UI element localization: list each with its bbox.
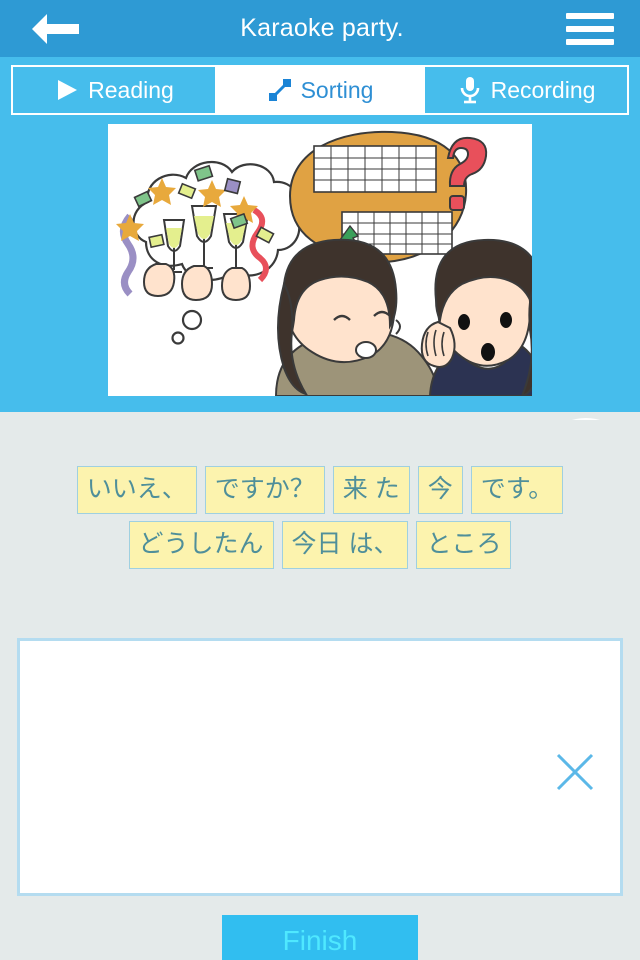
token-row: どうしたん 今日 は、 ところ (0, 521, 640, 569)
word-token[interactable]: 今日 は、 (281, 521, 409, 569)
menu-line (566, 38, 614, 45)
play-triangle-icon (54, 77, 80, 103)
illustration-svg (108, 124, 532, 396)
media-panel (0, 122, 640, 542)
answer-input-box[interactable] (17, 638, 623, 896)
tab-reading[interactable]: Reading (11, 65, 217, 115)
word-token[interactable]: ですか？ (204, 466, 325, 514)
word-token[interactable]: 今 (417, 466, 463, 514)
word-token[interactable]: 来 た (332, 466, 410, 514)
sorting-body: いいえ、 ですか？来 た今です。 どうしたん 今日 は、 ところ Finish (0, 420, 640, 960)
page-title: Karaoke party. (240, 14, 404, 42)
word-token[interactable]: ところ (416, 521, 512, 569)
tab-recording-label: Recording (490, 76, 596, 103)
tab-recording[interactable]: Recording (423, 65, 629, 115)
back-button[interactable] (0, 0, 110, 57)
microphone-icon (457, 75, 483, 105)
lesson-illustration (108, 124, 532, 396)
token-row: いいえ、 ですか？来 た今です。 (0, 466, 640, 514)
tab-bar: Reading Sorting Recording (0, 57, 640, 122)
app-screen: Karaoke party. Reading Sorting Recording… (0, 0, 640, 960)
title-bar: Karaoke party. (0, 0, 640, 57)
finish-button-label: Finish (282, 925, 358, 956)
tab-reading-label: Reading (88, 76, 174, 103)
tab-sorting[interactable]: Sorting (217, 65, 423, 115)
word-token-area: いいえ、 ですか？来 た今です。 どうしたん 今日 は、 ところ (0, 466, 640, 576)
hamburger-menu-icon[interactable] (540, 0, 640, 57)
word-token[interactable]: です。 (470, 466, 564, 514)
tab-sorting-label: Sorting (300, 76, 374, 103)
sort-diagonal-icon (267, 77, 293, 103)
close-x-icon[interactable] (552, 749, 598, 795)
menu-line (566, 12, 614, 19)
finish-button[interactable]: Finish (222, 915, 418, 960)
word-token[interactable]: どうしたん (128, 521, 274, 569)
back-arrow-icon (32, 13, 79, 44)
word-token[interactable]: いいえ、 (76, 466, 197, 514)
menu-line (566, 25, 614, 32)
